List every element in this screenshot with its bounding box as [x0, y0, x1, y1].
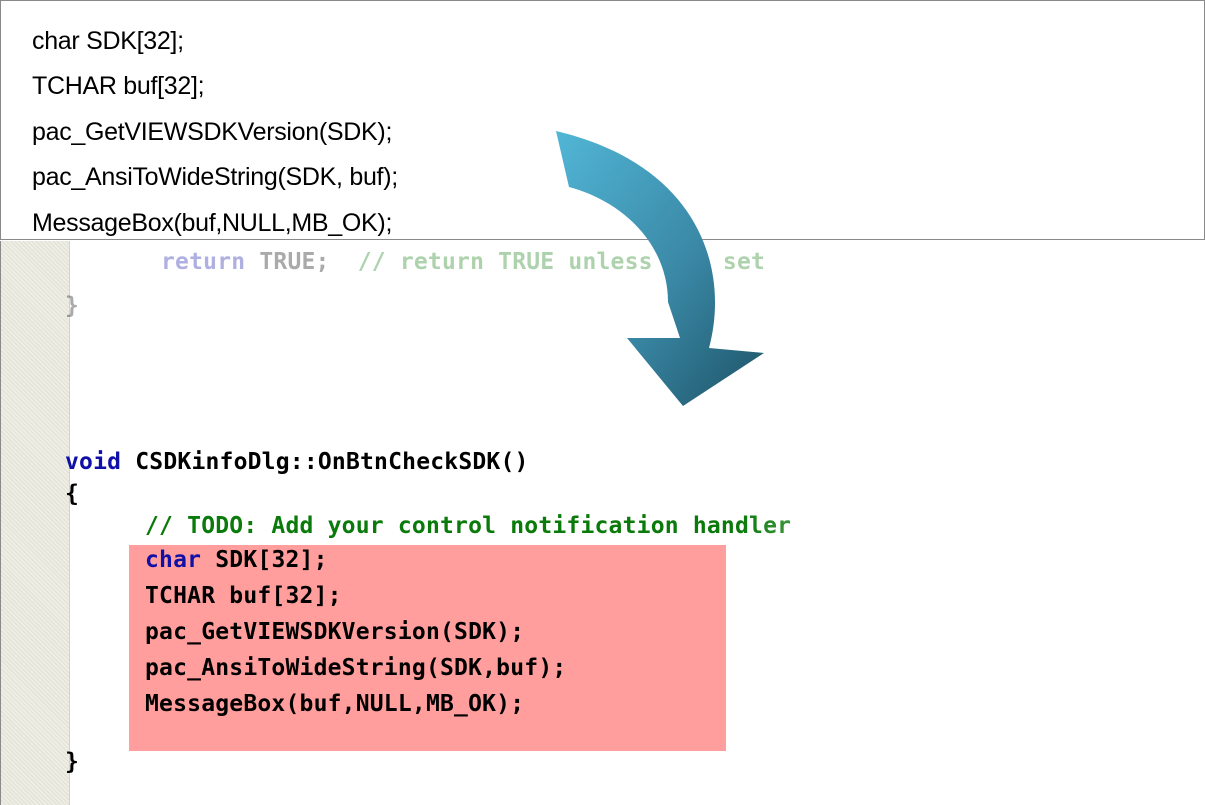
return-value: TRUE; [245, 249, 358, 275]
todo-comment: // TODO: Add your control notification h… [145, 513, 792, 539]
open-brace: { [65, 481, 80, 507]
snippet-line-1: char SDK[32]; [32, 27, 184, 55]
highlighted-line-2: TCHAR buf[32]; [145, 583, 342, 609]
snippet-line-2: TCHAR buf[32]; [32, 72, 205, 100]
faded-return-line: return TRUE; // return TRUE unless you s… [161, 249, 765, 275]
highlighted-line-1: char SDK[32]; [145, 547, 328, 573]
highlighted-line-5: MessageBox(buf,NULL,MB_OK); [145, 691, 525, 717]
function-name: CSDKinfoDlg::OnBtnCheckSDK() [121, 449, 529, 475]
highlighted-line-3: pac_GetVIEWSDKVersion(SDK); [145, 619, 525, 645]
editor-gutter [1, 241, 70, 805]
close-brace: } [65, 749, 80, 775]
highlighted-line-4: pac_AnsiToWideString(SDK,buf); [145, 655, 567, 681]
snippet-line-5: MessageBox(buf,NULL,MB_OK); [32, 209, 393, 237]
char-declaration: SDK[32]; [201, 547, 328, 573]
void-keyword: void [65, 449, 122, 475]
code-editor[interactable]: return TRUE; // return TRUE unless you s… [0, 241, 1205, 805]
function-signature-line: void CSDKinfoDlg::OnBtnCheckSDK() [65, 449, 529, 475]
return-keyword: return [161, 249, 246, 275]
snippet-line-4: pac_AnsiToWideString(SDK, buf); [32, 163, 398, 191]
faded-close-brace: } [65, 293, 80, 319]
highlighted-code-block [129, 545, 726, 751]
snippet-line-3: pac_GetVIEWSDKVersion(SDK); [32, 118, 393, 146]
return-comment: // return TRUE unless you set [357, 249, 766, 275]
char-keyword: char [145, 547, 202, 573]
code-snippet-box: char SDK[32]; TCHAR buf[32]; pac_GetVIEW… [0, 0, 1205, 240]
